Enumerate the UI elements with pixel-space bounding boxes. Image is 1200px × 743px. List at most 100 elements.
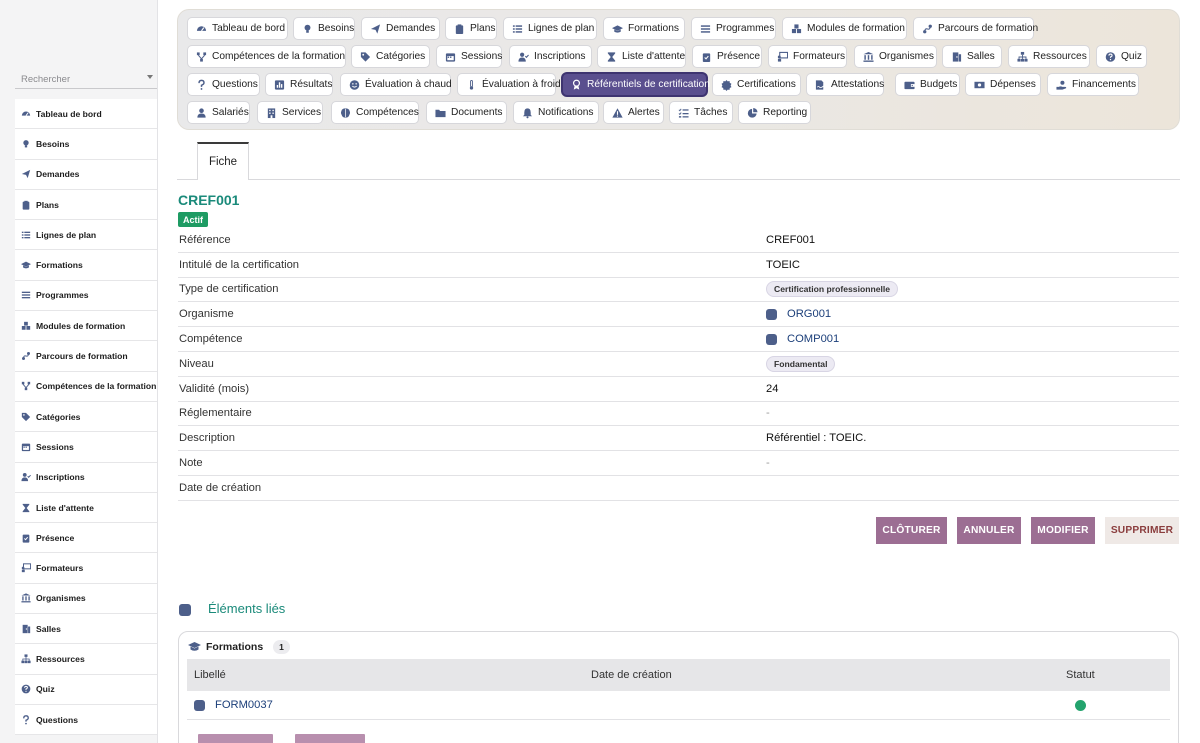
nav-documents[interactable]: Documents bbox=[426, 101, 507, 124]
route-icon bbox=[21, 351, 31, 361]
nav-ressources[interactable]: Ressources bbox=[1008, 45, 1090, 68]
sidebar-item-demandes[interactable]: Demandes bbox=[15, 159, 157, 190]
question-icon bbox=[21, 714, 31, 725]
sidebar-item-sessions[interactable]: Sessions bbox=[15, 432, 157, 463]
nav-depenses[interactable]: Dépenses bbox=[965, 73, 1041, 96]
nav-reporting[interactable]: Reporting bbox=[738, 101, 811, 124]
nav-budgets[interactable]: Budgets bbox=[895, 73, 960, 96]
field-value: TOEIC bbox=[766, 258, 800, 271]
network-icon bbox=[21, 381, 31, 391]
sidebar-item-programmes[interactable]: Programmes bbox=[15, 280, 157, 312]
formation-link[interactable]: FORM0037 bbox=[194, 699, 273, 711]
nav-presence[interactable]: Présence bbox=[692, 45, 762, 68]
nav-alertes[interactable]: Alertes bbox=[603, 101, 664, 124]
sidebar-item-quiz[interactable]: Quiz bbox=[15, 674, 157, 705]
nav-sessions[interactable]: Sessions bbox=[436, 45, 502, 68]
nav-label: Salles bbox=[967, 51, 995, 62]
sidebar-item-formateurs[interactable]: Formateurs bbox=[15, 553, 157, 584]
nav-evaluation-a-froid[interactable]: Évaluation à froid bbox=[457, 73, 561, 96]
nav-inscriptions[interactable]: Inscriptions bbox=[509, 45, 592, 68]
field-row: Validité (mois) 24 bbox=[178, 377, 1179, 402]
delete-button[interactable]: SUPPRIMER bbox=[1105, 517, 1179, 544]
field-label: Description bbox=[179, 432, 235, 445]
nav-lignes-de-plan[interactable]: Lignes de plan bbox=[503, 17, 597, 40]
nav-label: Sessions bbox=[461, 51, 503, 62]
column-header-date[interactable]: Date de création bbox=[591, 669, 672, 681]
close-button[interactable]: CLÔTURER bbox=[876, 517, 947, 544]
table-row[interactable]: FORM0037 bbox=[187, 691, 1170, 720]
nav-organismes[interactable]: Organismes bbox=[854, 45, 937, 68]
field-label: Date de création bbox=[179, 481, 262, 494]
nav-modules-de-formation[interactable]: Modules de formation bbox=[782, 17, 907, 40]
nav-plans[interactable]: Plans bbox=[445, 17, 497, 40]
nav-competences[interactable]: Compétences bbox=[331, 101, 419, 124]
route-icon bbox=[922, 23, 933, 34]
nav-certifications[interactable]: Certifications bbox=[712, 73, 801, 96]
nav-label: Tableau de bord bbox=[212, 23, 286, 34]
clipboard-check-icon bbox=[701, 51, 712, 62]
cancel-button[interactable]: ANNULER bbox=[957, 517, 1021, 544]
column-header-label[interactable]: Libellé bbox=[194, 669, 226, 681]
nav-financements[interactable]: Financements bbox=[1047, 73, 1139, 96]
card-action-button[interactable] bbox=[198, 734, 273, 743]
nav-demandes[interactable]: Demandes bbox=[361, 17, 440, 40]
award-icon bbox=[571, 79, 582, 90]
nav-programmes[interactable]: Programmes bbox=[691, 17, 776, 40]
column-header-status[interactable]: Statut bbox=[1066, 669, 1095, 681]
sidebar-item-ressources[interactable]: Ressources bbox=[15, 644, 157, 675]
nav-quiz[interactable]: Quiz bbox=[1096, 45, 1147, 68]
sidebar-search-select[interactable]: Rechercher bbox=[15, 69, 157, 89]
nav-salles[interactable]: Salles bbox=[942, 45, 1002, 68]
sidebar-item-pr-sence[interactable]: Présence bbox=[15, 523, 157, 554]
sidebar-item-tableau-de-bord[interactable]: Tableau de bord bbox=[15, 99, 157, 130]
nav-liste-d-attente[interactable]: Liste d'attente bbox=[597, 45, 686, 68]
sidebar-item-questions[interactable]: Questions bbox=[15, 704, 157, 736]
nav-resultats[interactable]: Résultats bbox=[265, 73, 333, 96]
nav-notifications[interactable]: Notifications bbox=[513, 101, 599, 124]
field-link[interactable]: COMP001 bbox=[787, 333, 839, 345]
row-label[interactable]: FORM0037 bbox=[215, 699, 273, 711]
card-action-button[interactable] bbox=[295, 734, 365, 743]
sidebar-item-modules-de-formation[interactable]: Modules de formation bbox=[15, 311, 157, 342]
tab-fiche[interactable]: Fiche bbox=[197, 142, 249, 180]
nav-evaluation-a-chaud[interactable]: Évaluation à chaud bbox=[340, 73, 452, 96]
count-badge: 1 bbox=[273, 640, 290, 654]
sidebar-menu: Tableau de bord Besoins Demandes Plans Ligne… bbox=[15, 99, 157, 736]
status-dot bbox=[1075, 700, 1086, 711]
nav-formateurs[interactable]: Formateurs bbox=[768, 45, 847, 68]
sidebar-item-parcours-de-formation[interactable]: Parcours de formation bbox=[15, 341, 157, 372]
record-fields: Référence CREF001 Intitulé de la certifica… bbox=[178, 228, 1179, 501]
sidebar-item-liste-d-attente[interactable]: Liste d'attente bbox=[15, 492, 157, 524]
nav-formations[interactable]: Formations bbox=[603, 17, 685, 40]
sidebar: Rechercher Tableau de bord Besoins Demande… bbox=[0, 0, 158, 743]
nav-competences-de-la-formation[interactable]: Compétences de la formation bbox=[187, 45, 346, 68]
network-icon bbox=[196, 51, 207, 62]
nav-tableau-de-bord[interactable]: Tableau de bord bbox=[187, 17, 288, 40]
edit-button[interactable]: MODIFIER bbox=[1031, 517, 1095, 544]
field-label: Niveau bbox=[179, 357, 214, 370]
sidebar-item-comp-tences-de-la-formation[interactable]: Compétences de la formation bbox=[15, 371, 157, 402]
nav-categories[interactable]: Catégories bbox=[351, 45, 430, 68]
sidebar-item-formations[interactable]: Formations bbox=[15, 250, 157, 281]
nav-referentiels-de-certification[interactable]: Référentiels de certification bbox=[562, 73, 710, 96]
sidebar-item-cat-gories[interactable]: Catégories bbox=[15, 401, 157, 433]
sidebar-item-salles[interactable]: Salles bbox=[15, 614, 157, 645]
nav-salaries[interactable]: Salariés bbox=[187, 101, 250, 124]
sidebar-item-besoins[interactable]: Besoins bbox=[15, 129, 157, 160]
nav-questions[interactable]: Questions bbox=[187, 73, 260, 96]
field-link[interactable]: ORG001 bbox=[787, 308, 831, 320]
nav-attestations[interactable]: Attestations bbox=[806, 73, 884, 96]
sidebar-item-lignes-de-plan[interactable]: Lignes de plan bbox=[15, 220, 157, 251]
sidebar-item-plans[interactable]: Plans bbox=[15, 189, 157, 221]
nav-taches[interactable]: Tâches bbox=[669, 101, 733, 124]
sidebar-item-label: Besoins bbox=[36, 138, 70, 149]
nav-besoins[interactable]: Besoins bbox=[293, 17, 355, 40]
chevron-down-icon[interactable] bbox=[147, 75, 153, 79]
door-icon bbox=[951, 51, 962, 62]
nav-services[interactable]: Services bbox=[257, 101, 323, 124]
cubes-icon bbox=[791, 23, 802, 34]
sidebar-item-inscriptions[interactable]: Inscriptions bbox=[15, 462, 157, 493]
nav-parcours-de-formation[interactable]: Parcours de formation bbox=[913, 17, 1038, 40]
bell-icon bbox=[522, 107, 533, 118]
sidebar-item-organismes[interactable]: Organismes bbox=[15, 583, 157, 615]
